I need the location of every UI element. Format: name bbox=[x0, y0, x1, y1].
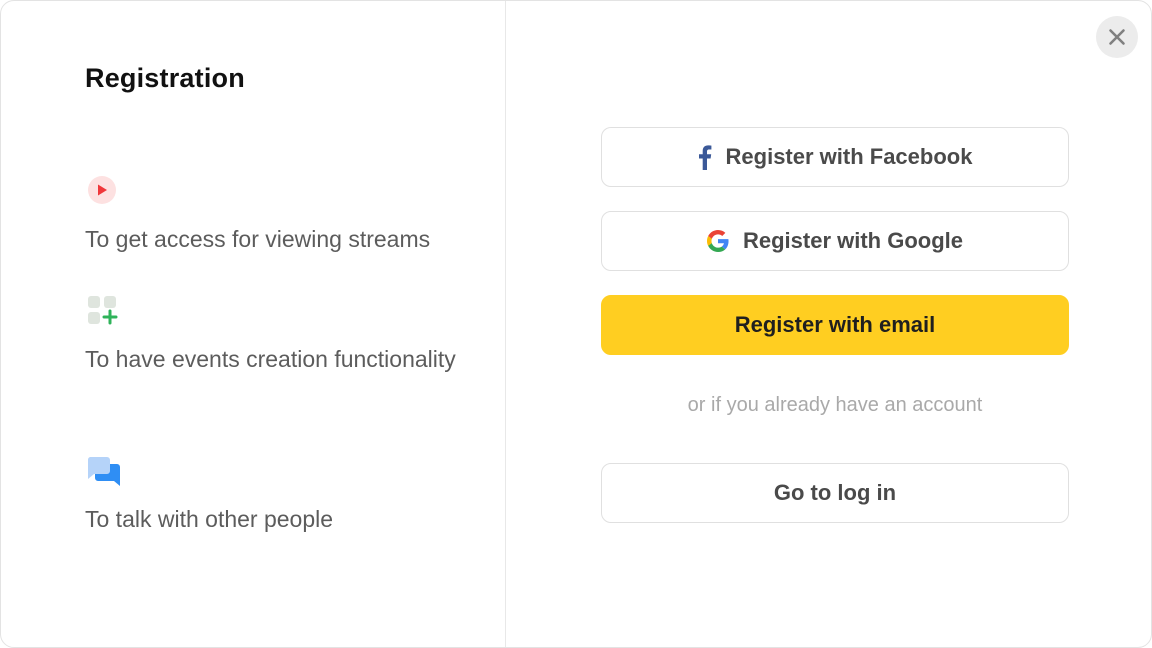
facebook-icon bbox=[698, 144, 712, 170]
go-to-login-button[interactable]: Go to log in bbox=[601, 463, 1069, 523]
register-email-label: Register with email bbox=[734, 312, 936, 337]
features-panel: Registration To get access for viewing s… bbox=[1, 1, 506, 647]
register-facebook-label: Register with Facebook bbox=[725, 144, 973, 169]
feature-text-talk: To talk with other people bbox=[85, 506, 334, 532]
register-email-button[interactable]: Register with email bbox=[601, 295, 1069, 355]
feature-text-events: To have events creation functionality bbox=[85, 346, 456, 372]
registration-modal: Registration To get access for viewing s… bbox=[0, 0, 1152, 648]
play-stream-icon bbox=[85, 174, 117, 211]
add-grid-icon bbox=[85, 295, 119, 332]
auth-panel: Register with Facebook Register with Goo… bbox=[507, 1, 1151, 647]
google-icon bbox=[706, 230, 729, 252]
feature-text-streams: To get access for viewing streams bbox=[85, 226, 431, 252]
close-button[interactable] bbox=[1096, 16, 1138, 58]
register-google-button[interactable]: Register with Google bbox=[601, 211, 1069, 271]
register-facebook-button[interactable]: Register with Facebook bbox=[601, 127, 1069, 187]
page-title: Registration bbox=[85, 63, 245, 93]
close-icon bbox=[1108, 28, 1126, 46]
go-to-login-label: Go to log in bbox=[773, 480, 897, 505]
already-have-account-text: or if you already have an account bbox=[687, 394, 983, 416]
chat-bubbles-icon bbox=[85, 455, 121, 494]
register-google-label: Register with Google bbox=[742, 228, 964, 253]
